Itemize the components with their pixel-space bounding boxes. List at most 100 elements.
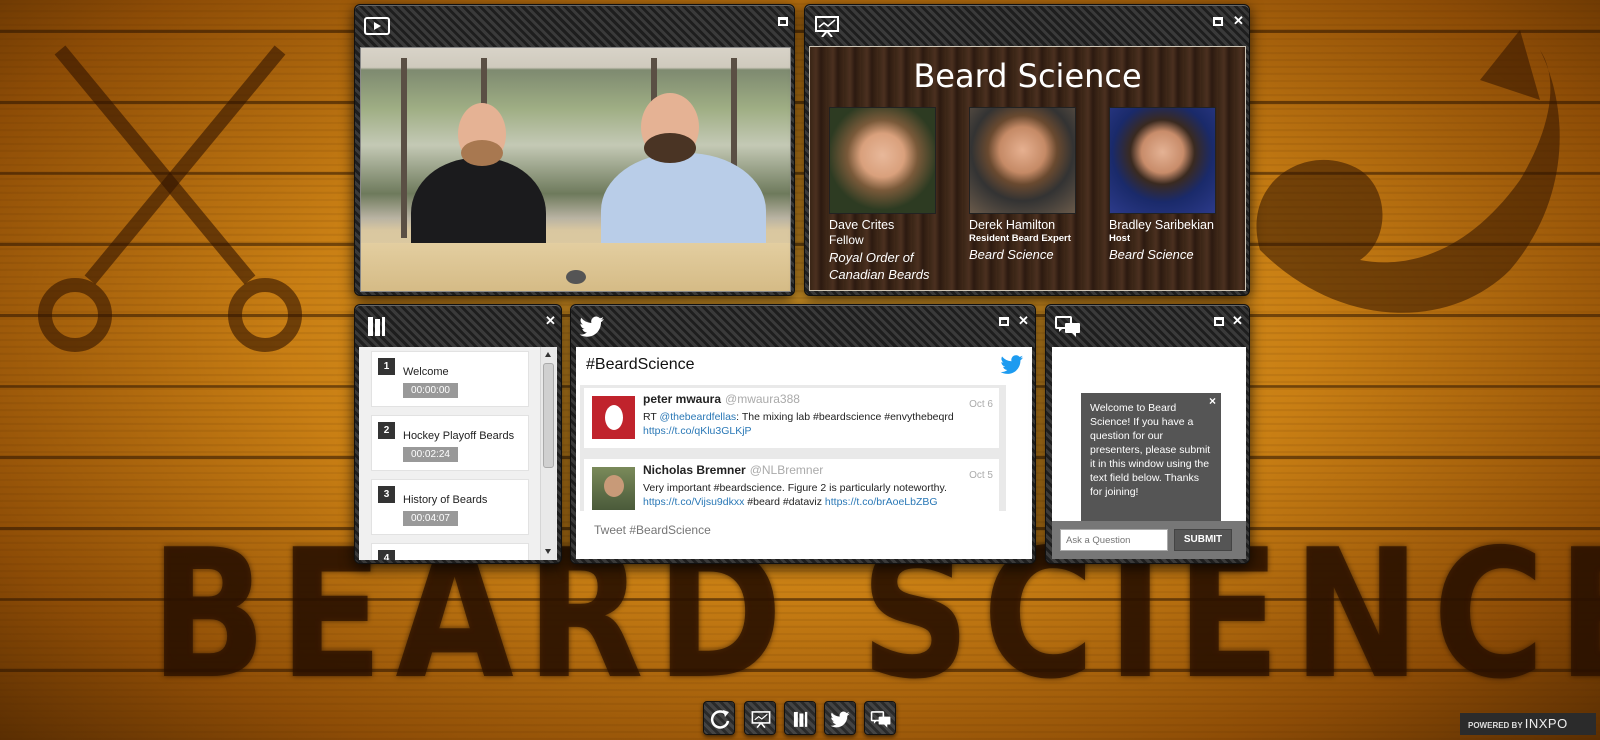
chat-bubbles-icon — [870, 711, 891, 728]
maximize-icon[interactable] — [999, 317, 1009, 326]
refresh-icon — [710, 710, 730, 729]
presenter-org: Royal Order of Canadian Beards — [829, 250, 930, 282]
agenda-item-number: 1 — [378, 358, 395, 375]
presenter-role: Resident Beard Expert — [969, 233, 1071, 244]
twitter-bird-icon — [1000, 355, 1024, 374]
tweet-date: Oct 6 — [969, 399, 993, 410]
agenda-item-title: History of Beards — [403, 494, 488, 506]
mouse-prop — [566, 270, 586, 284]
tweet-avatar[interactable] — [592, 467, 635, 510]
question-input[interactable] — [1060, 529, 1168, 551]
tweet-link[interactable]: https://t.co/Vijsu9dkxx — [643, 496, 744, 508]
tweet-date: Oct 5 — [969, 470, 993, 481]
presentation-icon — [751, 711, 771, 729]
agenda-item[interactable]: 1 Welcome 00:00:00 — [371, 351, 529, 407]
agenda-item-number: 4 — [378, 550, 395, 560]
tweet[interactable]: Nicholas Bremner @NLBremner Oct 5 Very im… — [584, 459, 999, 511]
close-icon[interactable]: × — [1209, 394, 1216, 408]
twitter-panel-titlebar[interactable]: ✕ — [571, 305, 1035, 345]
twitter-icon — [830, 711, 850, 728]
qa-welcome-popup: Welcome to Beard Science! If you have a … — [1081, 393, 1221, 527]
video-panel-titlebar[interactable] — [355, 5, 794, 45]
agenda-item-time[interactable]: 00:02:24 — [403, 447, 458, 462]
qa-input-bar: SUBMIT — [1052, 521, 1246, 559]
presenter-name: Bradley Saribekian — [1109, 218, 1214, 232]
twitter-hashtag-title: #BeardScience — [586, 356, 695, 373]
agenda-item-number: 3 — [378, 486, 395, 503]
presentation-icon — [815, 16, 839, 37]
close-icon[interactable]: ✕ — [545, 314, 556, 328]
tweet-author[interactable]: peter mwaura @mwaura388 — [643, 392, 800, 406]
brand-logo: INXPO — [1524, 716, 1568, 731]
agenda-item-number: 2 — [378, 422, 395, 439]
presenter-photo — [969, 107, 1076, 214]
agenda-list: 1 Welcome 00:00:00 2 Hockey Playoff Bear… — [359, 347, 557, 560]
close-icon[interactable]: ✕ — [1233, 14, 1244, 28]
tweet-avatar[interactable] — [592, 396, 635, 439]
maximize-icon[interactable] — [1213, 17, 1223, 26]
scissors-artwork — [38, 45, 302, 352]
agenda-dock-button[interactable] — [784, 701, 816, 735]
tweet-handle[interactable]: @mwaura388 — [725, 392, 800, 406]
close-icon[interactable]: ✕ — [1018, 314, 1029, 328]
maximize-icon[interactable] — [1214, 317, 1224, 326]
agenda-icon — [368, 317, 385, 336]
slide: Beard Science Dave Crites Fellow Royal O… — [809, 46, 1246, 291]
qa-background: Welcome to Beard Science! If you have a … — [1052, 347, 1246, 559]
twitter-background: #BeardScience peter mwaura @mwaura388 Oct… — [576, 347, 1032, 559]
agenda-panel-titlebar[interactable]: ✕ — [355, 305, 561, 345]
presenter-name: Derek Hamilton — [969, 218, 1056, 232]
tweet-link[interactable]: https://t.co/qKlu3GLKjP — [643, 425, 752, 437]
twitter-panel: ✕ #BeardScience peter mwaura @mwaura388 O… — [570, 304, 1036, 564]
agenda-icon — [793, 711, 808, 727]
agenda-item-time[interactable]: 00:04:07 — [403, 511, 458, 526]
submit-button[interactable]: SUBMIT — [1174, 529, 1232, 551]
presenter-photo — [1109, 107, 1216, 214]
agenda-item[interactable]: 2 Hockey Playoff Beards 00:02:24 — [371, 415, 529, 471]
tweet[interactable]: peter mwaura @mwaura388 Oct 6 RT @thebear… — [584, 388, 999, 448]
scroll-thumb[interactable] — [543, 363, 554, 468]
agenda-item[interactable]: 3 History of Beards 00:04:07 — [371, 479, 529, 535]
scroll-down-icon[interactable] — [545, 549, 551, 554]
agenda-item-title: Hockey Playoff Beards — [403, 430, 515, 442]
agenda-panel: ✕ 1 Welcome 00:00:00 2 Hockey Playoff Be… — [354, 304, 562, 564]
twitter-icon — [579, 316, 604, 337]
presentation-dock-button[interactable] — [744, 701, 776, 735]
agenda-background: 1 Welcome 00:00:00 2 Hockey Playoff Bear… — [359, 347, 557, 560]
powered-by-badge[interactable]: POWERED BY INXPO — [1460, 713, 1596, 735]
tweet-list[interactable]: peter mwaura @mwaura388 Oct 6 RT @thebear… — [580, 385, 1006, 511]
presenter-role: Host — [1109, 233, 1131, 244]
maximize-icon[interactable] — [778, 17, 788, 26]
scroll-up-icon[interactable] — [545, 352, 551, 357]
video-player[interactable] — [360, 47, 791, 292]
refresh-button[interactable] — [703, 701, 735, 735]
qa-panel-titlebar[interactable]: ✕ — [1046, 305, 1249, 345]
twitter-dock-button[interactable] — [824, 701, 856, 735]
tweet-handle[interactable]: @NLBremner — [750, 463, 824, 477]
slide-title: Beard Science — [913, 57, 1142, 95]
agenda-item-title: Welcome — [403, 366, 449, 378]
agenda-scrollbar[interactable] — [540, 347, 556, 560]
tweet-text: Very important #beardscience. Figure 2 i… — [643, 482, 947, 508]
presenter-card: Derek Hamilton Resident Beard Expert Bea… — [969, 107, 1099, 263]
slides-panel: ✕ Beard Science Dave Crites Fellow Royal… — [804, 4, 1250, 296]
tweet-author[interactable]: Nicholas Bremner @NLBremner — [643, 463, 823, 477]
mustache-artwork — [1256, 30, 1560, 313]
presenter-photo — [829, 107, 936, 214]
tweet-input[interactable] — [580, 515, 1006, 545]
presenter-card: Dave Crites Fellow Royal Order of Canadi… — [829, 107, 959, 283]
presenter-role: Fellow — [829, 233, 864, 247]
video-play-icon — [364, 17, 390, 35]
agenda-item-time[interactable]: 00:00:00 — [403, 383, 458, 398]
slide-viewer: Beard Science Dave Crites Fellow Royal O… — [809, 46, 1246, 291]
powered-prefix: POWERED BY — [1468, 721, 1523, 730]
slides-panel-titlebar[interactable]: ✕ — [805, 5, 1249, 45]
chat-bubbles-icon — [1055, 316, 1080, 337]
tweet-link[interactable]: https://t.co/brAoeLbZBG — [825, 496, 938, 508]
video-frame — [361, 48, 790, 291]
twitter-feed: #BeardScience peter mwaura @mwaura388 Oct… — [576, 347, 1032, 559]
agenda-item[interactable]: 4 — [371, 543, 529, 560]
qa-dock-button[interactable] — [864, 701, 896, 735]
tweet-mention-link[interactable]: @thebeardfellas — [660, 411, 737, 423]
close-icon[interactable]: ✕ — [1232, 314, 1243, 328]
